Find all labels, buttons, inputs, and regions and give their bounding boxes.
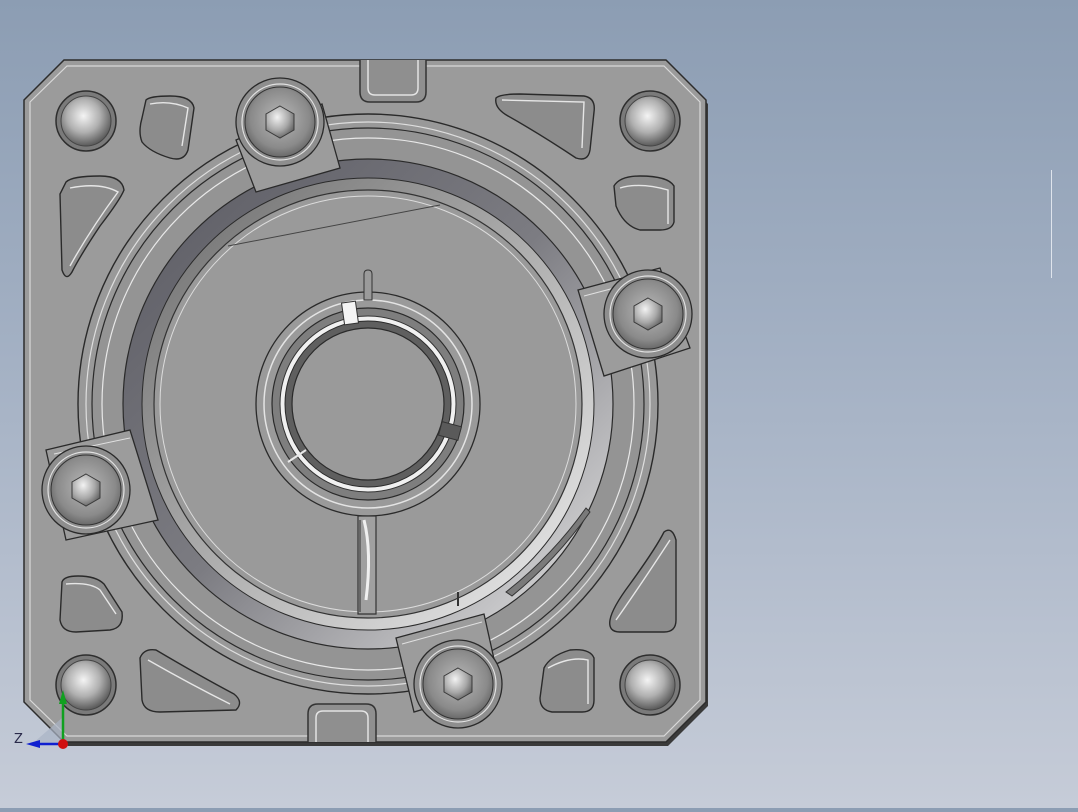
triad-z-label: Z [14, 732, 23, 747]
notch-top [359, 60, 427, 103]
socket-head-bolt-left[interactable] [41, 445, 131, 535]
notch-bottom [307, 703, 377, 742]
triad-x-axis-dot [58, 739, 68, 749]
hub-bore [291, 327, 445, 481]
mounting-hole-top-left [55, 90, 117, 152]
mounting-hole-top-right [619, 90, 681, 152]
triad-z-arrow-icon [26, 740, 40, 748]
mounting-hole-bottom-right [619, 654, 681, 716]
socket-head-bolt-right[interactable] [603, 269, 693, 359]
viewport-scroll-indicator[interactable] [1051, 170, 1052, 278]
cad-graphics-viewport[interactable]: Z [0, 0, 1078, 808]
mounting-hole-bottom-left [55, 654, 117, 716]
socket-head-bolt-top[interactable] [235, 77, 325, 167]
socket-head-bolt-bottom[interactable] [413, 639, 503, 729]
